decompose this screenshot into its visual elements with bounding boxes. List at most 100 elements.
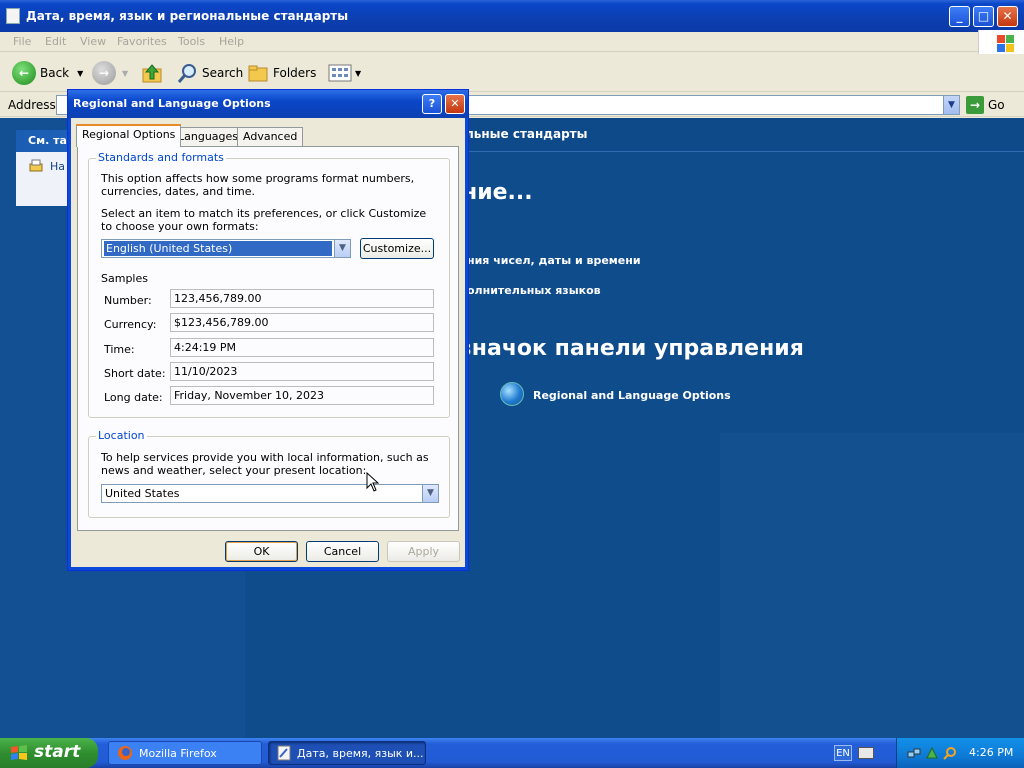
back-button[interactable]: ← Back ▼ [12, 60, 83, 86]
forward-arrow-icon: → [92, 61, 116, 85]
location-select-value: United States [105, 487, 180, 500]
sample-currency-value: $123,456,789.00 [170, 313, 434, 332]
clock[interactable]: 4:26 PM [969, 746, 1013, 759]
back-arrow-icon: ← [12, 61, 36, 85]
chevron-down-icon: ▼ [77, 68, 84, 78]
address-dropdown-button[interactable]: ▼ [943, 95, 960, 115]
safely-remove-hardware-icon[interactable] [925, 746, 939, 760]
menu-edit[interactable]: Edit [45, 35, 66, 48]
maximize-button[interactable]: □ [973, 6, 994, 27]
language-indicator[interactable]: EN [834, 745, 852, 761]
sample-time-label: Time: [104, 343, 135, 356]
location-select[interactable]: United States ▼ [101, 484, 439, 503]
dialog-close-button[interactable]: ✕ [445, 94, 465, 114]
sample-short-date-value: 11/10/2023 [170, 362, 434, 381]
search-label: Search [202, 66, 244, 80]
up-folder-button[interactable] [140, 60, 164, 86]
windows-flag-icon [11, 745, 27, 760]
sample-long-date-label: Long date: [104, 391, 163, 404]
search-button[interactable]: Search [176, 60, 243, 86]
network-icon[interactable] [907, 746, 921, 760]
folder-window-icon [6, 8, 20, 24]
samples-label: Samples [101, 272, 148, 285]
standards-group: Standards and formats This option affect… [88, 151, 450, 418]
background-watermark [720, 433, 1024, 738]
keyboard-icon[interactable] [858, 747, 874, 759]
chevron-down-icon: ▼ [355, 68, 362, 78]
location-group-label: Location [96, 429, 147, 442]
menu-file[interactable]: File [13, 35, 31, 48]
task-link-languages[interactable]: олнительных языков [467, 284, 601, 297]
minimize-button[interactable]: _ [949, 6, 970, 27]
menu-favorites[interactable]: Favorites [117, 35, 167, 48]
system-tray: 4:26 PM [896, 738, 1024, 768]
task-link-formats[interactable]: ния чисел, даты и времени [467, 254, 641, 267]
folders-label: Folders [273, 66, 317, 80]
sample-number-value: 123,456,789.00 [170, 289, 434, 308]
go-button[interactable]: → Go [966, 96, 1005, 114]
tab-advanced[interactable]: Advanced [237, 127, 304, 146]
category-header-text: льные стандарты [465, 127, 588, 141]
back-label: Back [40, 66, 70, 80]
folder-window-icon [277, 745, 291, 761]
location-description: To help services provide you with local … [101, 451, 429, 477]
forward-button[interactable]: → ▼ [92, 60, 128, 86]
control-panel-heading: значок панели управления [459, 336, 804, 361]
dialog-title: Regional and Language Options [73, 97, 271, 110]
tab-languages[interactable]: Languages [172, 127, 245, 146]
close-button[interactable]: ✕ [997, 6, 1018, 27]
toolbar: ← Back ▼ → ▼ Search Folders ▼ [0, 54, 1024, 92]
title-bar[interactable]: Дата, время, язык и региональные стандар… [0, 0, 1024, 32]
go-label: Go [988, 98, 1005, 112]
chevron-down-icon[interactable]: ▼ [334, 240, 350, 257]
sample-time-value: 4:24:19 PM [170, 338, 434, 357]
taskbar-item-label: Дата, время, язык и... [297, 746, 424, 760]
taskbar-item-explorer[interactable]: Дата, время, язык и... [268, 741, 426, 765]
cancel-button[interactable]: Cancel [306, 541, 379, 562]
taskbar-item-label: Mozilla Firefox [139, 746, 217, 760]
start-button[interactable]: start [0, 738, 98, 768]
firefox-icon [118, 746, 132, 760]
chevron-down-icon[interactable]: ▼ [422, 485, 438, 502]
sample-number-label: Number: [104, 294, 152, 307]
see-also-item-label: На [50, 159, 66, 173]
folders-icon [248, 65, 268, 82]
format-select-value: English (United States) [104, 241, 332, 256]
views-button[interactable]: ▼ [328, 60, 361, 86]
menu-view[interactable]: View [80, 35, 106, 48]
format-select[interactable]: English (United States) ▼ [101, 239, 351, 258]
standards-description: This option affects how some programs fo… [101, 172, 415, 198]
menu-tools[interactable]: Tools [178, 35, 205, 48]
regional-options-dialog: Regional and Language Options ? ✕ Region… [67, 89, 469, 571]
help-button[interactable]: ? [422, 94, 442, 114]
start-label: start [34, 742, 81, 762]
sample-long-date-value: Friday, November 10, 2023 [170, 386, 434, 405]
menu-help[interactable]: Help [219, 35, 244, 48]
apply-button[interactable]: Apply [387, 541, 460, 562]
dialog-title-bar[interactable]: Regional and Language Options ? ✕ [68, 90, 468, 118]
chevron-down-icon: ▼ [122, 68, 129, 78]
standards-instruction: Select an item to match its preferences,… [101, 207, 427, 233]
tab-regional-options[interactable]: Regional Options [76, 124, 182, 147]
pick-task-heading: ние... [462, 180, 533, 205]
folders-button[interactable]: Folders [247, 60, 316, 86]
standards-group-label: Standards and formats [96, 151, 226, 164]
control-panel-icon-link[interactable]: Regional and Language Options [533, 389, 731, 402]
address-label: Address [8, 98, 56, 112]
customize-button[interactable]: Customize... [360, 238, 434, 259]
sample-currency-label: Currency: [104, 318, 157, 331]
globe-icon[interactable] [500, 382, 524, 406]
windows-logo-icon [978, 30, 1024, 54]
ok-button[interactable]: OK [225, 541, 298, 562]
search-icon[interactable] [943, 746, 957, 760]
window-title: Дата, время, язык и региональные стандар… [26, 9, 349, 23]
go-arrow-icon: → [966, 96, 984, 114]
tab-panel: Standards and formats This option affect… [77, 146, 459, 531]
sample-short-date-label: Short date: [104, 367, 166, 380]
printer-icon [29, 159, 43, 172]
taskbar-item-firefox[interactable]: Mozilla Firefox [108, 741, 262, 765]
views-icon [328, 64, 352, 82]
taskbar: start Mozilla Firefox Дата, время, язык … [0, 738, 1024, 768]
search-icon [177, 64, 196, 83]
up-folder-icon [142, 64, 162, 83]
